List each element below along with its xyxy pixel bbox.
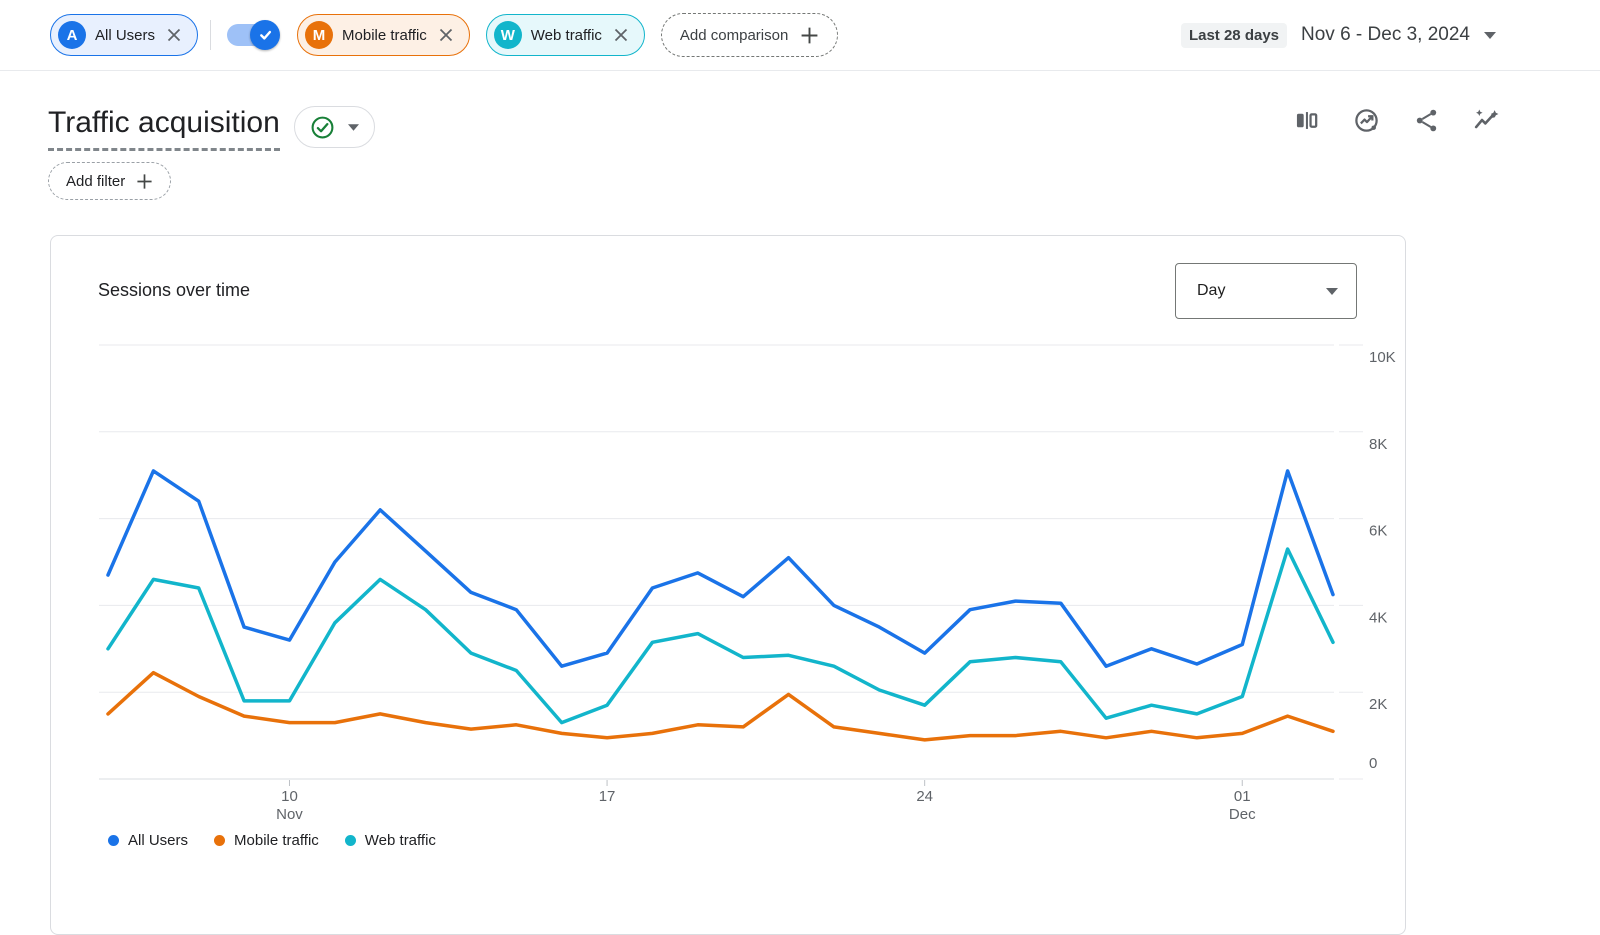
plus-icon xyxy=(136,173,153,190)
close-icon[interactable] xyxy=(611,25,631,45)
add-filter-label: Add filter xyxy=(66,173,125,190)
comparison-chip-mobile-traffic[interactable]: M Mobile traffic xyxy=(297,14,470,56)
sessions-chart-card: Sessions over time Day 0 2K 4K 6K 8K 10K 10Nov… xyxy=(50,235,1406,935)
chart-title: Sessions over time xyxy=(98,280,250,301)
legend-item-web-traffic: Web traffic xyxy=(345,832,436,849)
date-range-badge: Last 28 days xyxy=(1181,23,1287,48)
sessions-line-chart: 0 2K 4K 6K 8K 10K 10Nov 17 24 01Dec xyxy=(51,336,1407,826)
legend-dot xyxy=(345,835,356,846)
chevron-down-icon xyxy=(348,124,359,131)
comparison-chip-all-users[interactable]: A All Users xyxy=(50,14,198,56)
legend-dot xyxy=(108,835,119,846)
check-circle-icon xyxy=(310,115,335,140)
x-axis-month-label: Dec xyxy=(1229,806,1256,823)
comparison-bar: A All Users M Mobile traffic W Web traff… xyxy=(0,0,1600,71)
suggested-insights-icon[interactable] xyxy=(1473,107,1500,134)
y-axis-label: 0 xyxy=(1369,755,1377,772)
comparison-toggle[interactable] xyxy=(227,24,275,46)
report-toolbar xyxy=(1293,107,1500,134)
avatar: W xyxy=(494,21,522,49)
x-axis-label: 24 xyxy=(916,788,933,805)
comparison-chip-label: All Users xyxy=(95,27,155,44)
date-range-value: Nov 6 - Dec 3, 2024 xyxy=(1301,24,1470,46)
x-axis-month-label: Nov xyxy=(276,806,303,823)
add-filter-button[interactable]: Add filter xyxy=(48,162,171,200)
date-range-selector[interactable]: Last 28 days Nov 6 - Dec 3, 2024 xyxy=(1181,23,1496,48)
granularity-select[interactable]: Day xyxy=(1175,263,1357,319)
y-axis-label: 4K xyxy=(1369,609,1387,626)
divider xyxy=(210,20,211,50)
x-axis-label: 10 xyxy=(281,788,298,805)
plus-icon xyxy=(800,26,819,45)
comparison-chip-label: Web traffic xyxy=(531,27,602,44)
avatar: A xyxy=(58,21,86,49)
legend-dot xyxy=(214,835,225,846)
report-status-button[interactable] xyxy=(294,106,375,148)
avatar: M xyxy=(305,21,333,49)
y-axis-label: 2K xyxy=(1369,696,1387,713)
page-title[interactable]: Traffic acquisition xyxy=(48,103,280,151)
check-icon xyxy=(258,28,273,42)
x-axis-label: 01 xyxy=(1234,788,1251,805)
series-line-all-users xyxy=(108,471,1333,666)
x-axis-label: 17 xyxy=(599,788,616,805)
add-comparison-label: Add comparison xyxy=(680,27,788,44)
legend-item-all-users: All Users xyxy=(108,832,188,849)
chevron-down-icon xyxy=(1484,32,1496,39)
toggle-thumb xyxy=(250,20,280,50)
legend-label: Mobile traffic xyxy=(234,832,319,849)
chevron-down-icon xyxy=(1326,288,1338,295)
close-icon[interactable] xyxy=(164,25,184,45)
y-axis-label: 8K xyxy=(1369,436,1387,453)
edit-comparisons-icon[interactable] xyxy=(1293,107,1320,134)
legend-label: Web traffic xyxy=(365,832,436,849)
comparison-chip-web-traffic[interactable]: W Web traffic xyxy=(486,14,645,56)
add-comparison-button[interactable]: Add comparison xyxy=(661,13,838,57)
insights-icon[interactable] xyxy=(1353,107,1380,134)
close-icon[interactable] xyxy=(436,25,456,45)
comparison-chip-label: Mobile traffic xyxy=(342,27,427,44)
granularity-value: Day xyxy=(1197,282,1326,300)
legend-item-mobile-traffic: Mobile traffic xyxy=(214,832,319,849)
report-header: Traffic acquisition Add filter xyxy=(48,71,1600,200)
y-axis-label: 10K xyxy=(1369,349,1396,366)
legend-label: All Users xyxy=(128,832,188,849)
share-icon[interactable] xyxy=(1413,107,1440,134)
y-axis-label: 6K xyxy=(1369,523,1387,540)
chart-legend: All Users Mobile traffic Web traffic xyxy=(108,832,436,849)
